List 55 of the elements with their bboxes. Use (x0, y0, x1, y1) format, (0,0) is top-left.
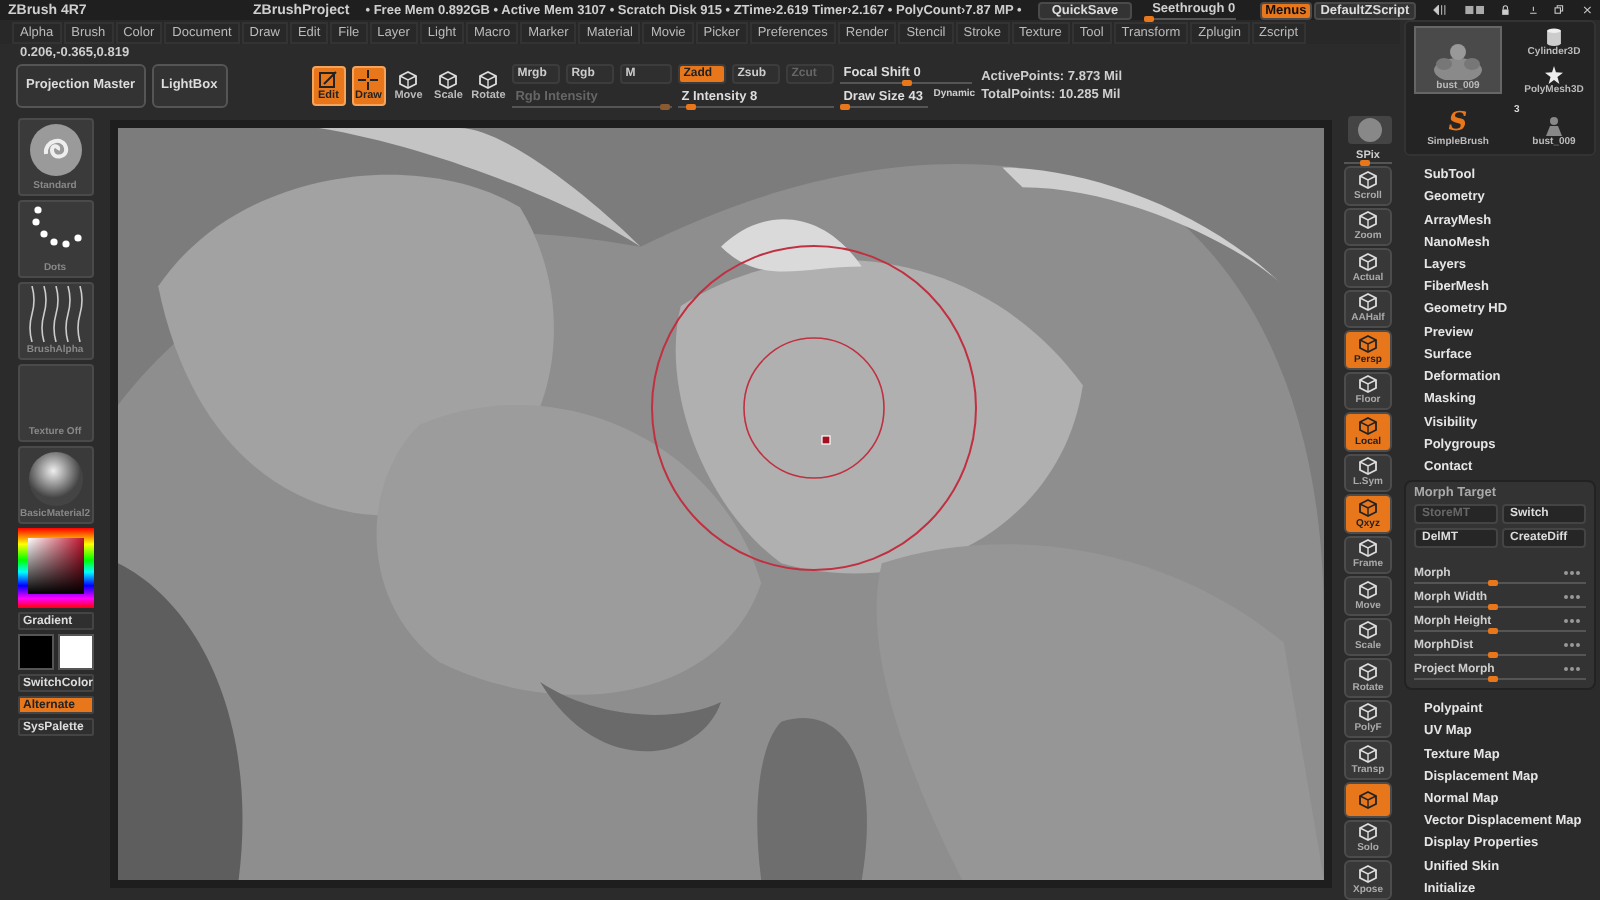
layout-icon (1463, 2, 1485, 18)
slider-thumb[interactable] (1487, 580, 1498, 587)
cube-icon (398, 70, 419, 90)
material-sphere-icon (25, 450, 85, 508)
cube-icon (1358, 661, 1378, 682)
cube-icon (1358, 743, 1378, 764)
slider-options-icon (1562, 640, 1582, 651)
cylinder-icon (1542, 28, 1566, 46)
slider-thumb[interactable] (901, 80, 912, 86)
close-icon (1581, 2, 1592, 18)
cube-icon (1358, 415, 1378, 436)
brush-logo: S (1448, 110, 1468, 136)
restore-icon (1554, 2, 1566, 18)
minimize-icon (1527, 2, 1539, 18)
slider-thumb[interactable] (685, 104, 696, 110)
slider-thumb[interactable] (1487, 628, 1498, 635)
cube-icon (478, 70, 499, 90)
cube-icon (1358, 822, 1378, 843)
cube-icon (1358, 292, 1378, 313)
figure-icon (1544, 116, 1564, 136)
cube-icon (1358, 702, 1378, 723)
wavy-lines-icon (25, 286, 85, 342)
crosshair-icon (358, 70, 379, 90)
slider-thumb[interactable] (1487, 604, 1498, 611)
slider-options-icon (1562, 664, 1582, 675)
cube-icon (1358, 456, 1378, 477)
color-swatch[interactable] (57, 634, 93, 670)
star-icon (1542, 66, 1566, 84)
view-button[interactable] (1344, 781, 1392, 817)
cube-icon (1358, 374, 1378, 395)
slider-options-icon (1562, 592, 1582, 603)
cube-icon (438, 70, 459, 90)
color-swatch[interactable] (17, 634, 53, 670)
slider-thumb[interactable] (1487, 676, 1498, 683)
cube-icon (1358, 251, 1378, 272)
slider-thumb[interactable] (1144, 15, 1155, 21)
slider-thumb[interactable] (1487, 652, 1498, 659)
cube-icon (1358, 579, 1378, 600)
cube-icon (1358, 863, 1378, 884)
slider-thumb[interactable] (839, 104, 850, 110)
cube-icon (1358, 497, 1378, 518)
skip-arrows-icon (1431, 2, 1448, 18)
cube-icon (1358, 620, 1378, 641)
cube-icon (1358, 538, 1378, 559)
cube-icon (1358, 169, 1378, 190)
cube-icon (1358, 333, 1378, 354)
lock-icon (1500, 2, 1512, 18)
brush-sphere-icon (27, 122, 83, 178)
cube-icon (1358, 789, 1378, 809)
slider-options-icon (1562, 568, 1582, 579)
pencil-square-icon (318, 70, 339, 90)
color-picker[interactable] (17, 528, 93, 608)
slider-thumb[interactable] (1359, 160, 1370, 166)
slider-options-icon (1562, 616, 1582, 627)
cube-icon (1358, 210, 1378, 231)
